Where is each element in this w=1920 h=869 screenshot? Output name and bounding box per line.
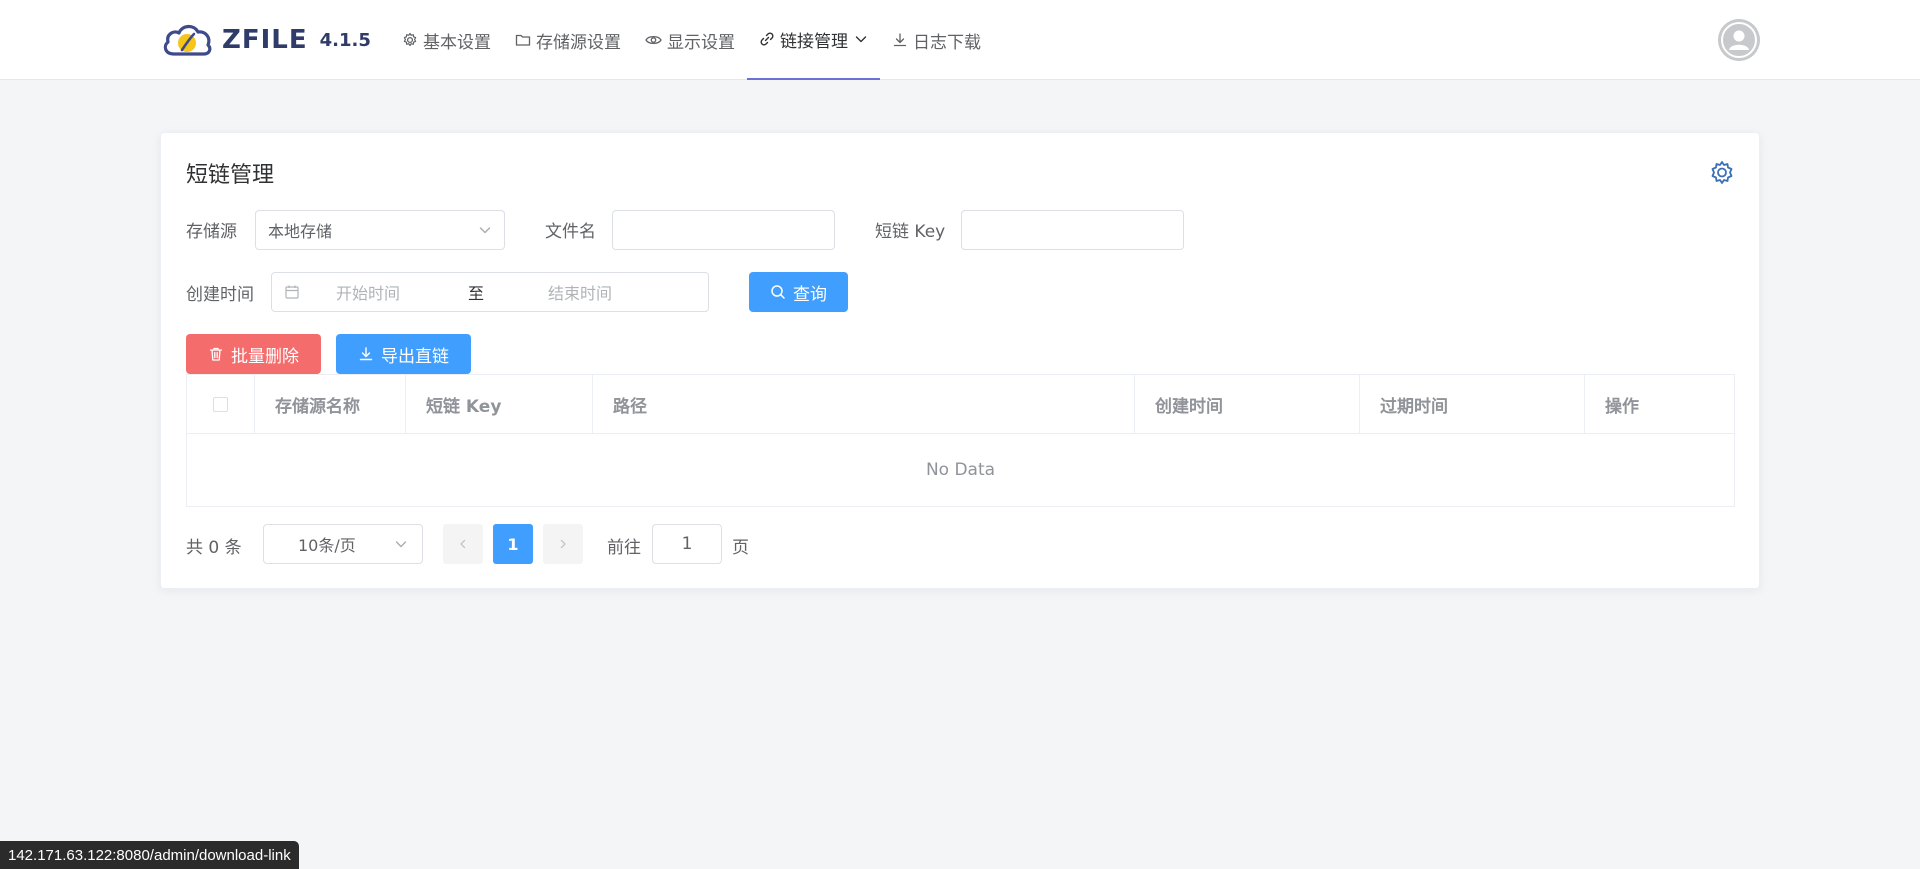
- column-header-storage-name[interactable]: 存储源名称: [255, 375, 406, 433]
- query-button[interactable]: 查询: [749, 272, 848, 312]
- column-header-actions: 操作: [1605, 396, 1639, 417]
- column-header-short-key[interactable]: 短链 Key: [406, 375, 593, 433]
- next-page-button[interactable]: [543, 524, 583, 564]
- column-header-create-time[interactable]: 创建时间: [1135, 375, 1360, 433]
- column-header-expire-time[interactable]: 过期时间: [1360, 375, 1585, 433]
- create-time-label: 创建时间: [186, 285, 254, 305]
- end-time-input[interactable]: 结束时间: [548, 280, 612, 304]
- page-number-button[interactable]: 1: [493, 524, 533, 564]
- goto-label: 前往: [607, 538, 641, 558]
- logo-text: ZFILE: [222, 25, 308, 55]
- query-button-label: 查询: [793, 284, 827, 305]
- prev-page-button[interactable]: [443, 524, 483, 564]
- top-header: ZFILE 4.1.5 基本设置 存储源设置 显示设置 链接管理 日志下载: [0, 0, 1920, 80]
- batch-delete-label: 批量删除: [231, 346, 299, 367]
- settings-gear-icon[interactable]: [1709, 160, 1735, 186]
- storage-label: 存储源: [186, 222, 237, 242]
- table-header: 存储源名称 短链 Key 路径 创建时间 过期时间 操作: [187, 375, 1734, 434]
- search-icon: [771, 285, 785, 299]
- goto-page-input[interactable]: 1: [652, 524, 722, 564]
- chevron-right-icon: [560, 539, 566, 549]
- cloud-logo-icon: [163, 24, 212, 56]
- page-size-select[interactable]: 10条/页: [263, 524, 423, 564]
- nav-item-log-download[interactable]: 日志下载: [880, 0, 993, 80]
- table-empty-text: No Data: [925, 460, 996, 480]
- short-link-card: 短链管理 存储源 本地存储 文件名 短链 Key 创建时间 开始时间 至 结束时…: [160, 132, 1760, 589]
- download-icon: [893, 33, 907, 47]
- short-link-table: 存储源名称 短链 Key 路径 创建时间 过期时间 操作 No Data: [186, 374, 1735, 507]
- calendar-icon: [285, 285, 299, 299]
- start-time-input[interactable]: 开始时间: [336, 280, 468, 304]
- chevron-down-icon: [479, 227, 491, 234]
- export-links-label: 导出直链: [381, 346, 449, 367]
- chevron-down-icon: [855, 36, 867, 43]
- select-all-checkbox[interactable]: [213, 396, 228, 412]
- select-all-cell: [187, 375, 255, 433]
- link-icon: [760, 32, 774, 46]
- version-label: 4.1.5: [319, 29, 371, 51]
- user-avatar[interactable]: [1718, 19, 1760, 61]
- nav-label: 显示设置: [667, 32, 735, 53]
- nav-item-basic-settings[interactable]: 基本设置: [390, 0, 503, 80]
- filename-label: 文件名: [545, 222, 596, 242]
- logo[interactable]: ZFILE 4.1.5: [160, 20, 371, 60]
- nav-item-storage-settings[interactable]: 存储源设置: [503, 0, 633, 80]
- short-key-label: 短链 Key: [875, 222, 946, 242]
- download-icon: [359, 347, 373, 361]
- storage-select[interactable]: 本地存储: [255, 210, 505, 250]
- user-icon: [1718, 19, 1760, 61]
- folder-icon: [515, 34, 531, 46]
- chevron-down-icon: [395, 541, 407, 548]
- browser-status-url: 142.171.63.122:8080/admin/download-link: [0, 841, 299, 869]
- gear-icon: [403, 32, 417, 47]
- chevron-left-icon: [460, 539, 466, 549]
- batch-delete-button[interactable]: 批量删除: [186, 334, 321, 374]
- short-key-input[interactable]: [961, 210, 1184, 250]
- nav-item-display-settings[interactable]: 显示设置: [633, 0, 747, 80]
- storage-select-value: 本地存储: [268, 222, 333, 241]
- export-links-button[interactable]: 导出直链: [336, 334, 471, 374]
- range-separator: 至: [468, 284, 485, 303]
- page-unit-label: 页: [732, 538, 749, 558]
- main-nav: 基本设置 存储源设置 显示设置 链接管理 日志下载: [390, 0, 993, 80]
- pagination-total: 共 0 条: [186, 538, 242, 558]
- nav-label: 链接管理: [780, 31, 848, 52]
- filename-input[interactable]: [612, 210, 835, 250]
- nav-label: 日志下载: [913, 32, 981, 53]
- nav-label: 存储源设置: [536, 32, 621, 53]
- eye-icon: [645, 35, 662, 45]
- trash-icon: [209, 347, 223, 361]
- column-header-path[interactable]: 路径: [593, 375, 1135, 433]
- nav-item-link-management[interactable]: 链接管理: [747, 0, 880, 80]
- page-title: 短链管理: [186, 163, 275, 188]
- nav-label: 基本设置: [423, 32, 491, 53]
- page-size-value: 10条/页: [298, 536, 356, 555]
- date-range-picker[interactable]: 开始时间 至 结束时间: [271, 272, 709, 312]
